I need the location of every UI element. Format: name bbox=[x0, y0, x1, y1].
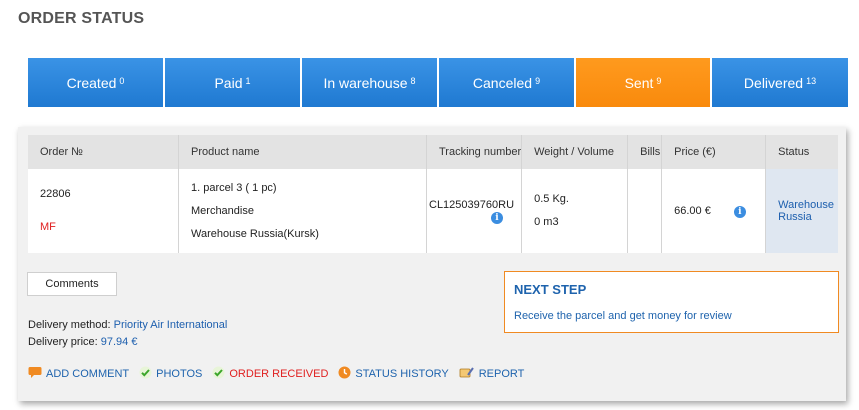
photos-link[interactable]: PHOTOS bbox=[139, 366, 202, 382]
report-link[interactable]: REPORT bbox=[459, 366, 525, 382]
order-number: 22806 bbox=[40, 188, 71, 200]
cell-weight-volume: 0.5 Kg. 0 m3 bbox=[521, 169, 629, 253]
action-bar: ADD COMMENT PHOTOS ORDER RECEIVED STATUS… bbox=[28, 366, 534, 382]
cell-order-no: 22806 MF bbox=[28, 169, 179, 253]
tab-label: Created bbox=[66, 74, 117, 91]
clock-icon bbox=[338, 366, 351, 382]
cell-tracking-number: CL125039760RU i bbox=[426, 169, 523, 253]
weight-value: 0.5 Kg. bbox=[534, 193, 569, 205]
tab-created[interactable]: Created 0 bbox=[28, 58, 163, 107]
header-bills: Bills bbox=[627, 135, 663, 169]
cell-product-name: 1. parcel 3 ( 1 pc) Merchandise Warehous… bbox=[178, 169, 427, 253]
tab-label: Paid bbox=[214, 74, 243, 91]
product-line: Warehouse Russia(Kursk) bbox=[191, 227, 319, 240]
tab-label: Sent bbox=[624, 74, 654, 91]
tracking-number[interactable]: CL125039760RU bbox=[429, 199, 521, 211]
report-icon bbox=[459, 366, 475, 382]
order-received-link[interactable]: ORDER RECEIVED bbox=[212, 366, 328, 382]
header-order-no: Order № bbox=[28, 135, 179, 169]
tab-label: Canceled bbox=[472, 74, 533, 91]
delivery-price-value: 97.94 € bbox=[100, 336, 138, 348]
header-status: Status bbox=[765, 135, 838, 169]
delivery-info: Delivery method: Priority Air Internatio… bbox=[28, 317, 227, 351]
volume-value: 0 m3 bbox=[534, 216, 559, 228]
tab-delivered[interactable]: Delivered 13 bbox=[712, 58, 848, 107]
next-step-box: NEXT STEP Receive the parcel and get mon… bbox=[504, 271, 839, 333]
tab-label: In warehouse bbox=[323, 74, 408, 91]
order-tag: MF bbox=[40, 221, 56, 233]
speech-bubble-icon bbox=[28, 366, 42, 382]
product-line: Merchandise bbox=[191, 204, 254, 217]
table-row: 22806 MF 1. parcel 3 ( 1 pc) Merchandise… bbox=[28, 169, 838, 253]
status-line: Russia bbox=[778, 211, 812, 223]
cell-price: 66.00 € i bbox=[661, 169, 767, 253]
tab-count: 8 bbox=[410, 75, 416, 86]
action-label: ADD COMMENT bbox=[46, 368, 130, 380]
cell-bills bbox=[627, 169, 663, 253]
tab-count: 9 bbox=[535, 75, 541, 86]
action-label: REPORT bbox=[478, 368, 525, 380]
tab-count: 9 bbox=[656, 75, 662, 86]
tab-in-warehouse[interactable]: In warehouse 8 bbox=[302, 58, 437, 107]
tab-count: 1 bbox=[245, 75, 251, 86]
delivery-price-label: Delivery price: bbox=[28, 336, 98, 348]
add-comment-link[interactable]: ADD COMMENT bbox=[28, 366, 129, 382]
tab-paid[interactable]: Paid 1 bbox=[165, 58, 300, 107]
header-weight-volume: Weight / Volume bbox=[521, 135, 629, 169]
next-step-title: NEXT STEP bbox=[514, 282, 587, 297]
header-price: Price (€) bbox=[661, 135, 767, 169]
tab-canceled[interactable]: Canceled 9 bbox=[439, 58, 574, 107]
orders-table: Order № Product name Tracking number Wei… bbox=[28, 135, 838, 253]
check-icon bbox=[212, 366, 225, 382]
status-line: Warehouse bbox=[778, 199, 834, 211]
next-step-text[interactable]: Receive the parcel and get money for rev… bbox=[514, 310, 732, 322]
info-icon[interactable]: i bbox=[491, 211, 503, 224]
comments-button[interactable]: Comments bbox=[27, 272, 117, 296]
cell-status: Warehouse Russia bbox=[765, 169, 838, 253]
page-title: ORDER STATUS bbox=[18, 10, 145, 27]
status-history-link[interactable]: STATUS HISTORY bbox=[338, 366, 449, 382]
info-icon[interactable]: i bbox=[733, 205, 746, 218]
tab-count: 13 bbox=[806, 75, 817, 86]
status-tabs: Created 0 Paid 1 In warehouse 8 Canceled 9 S… bbox=[28, 58, 848, 107]
action-label: STATUS HISTORY bbox=[355, 368, 449, 380]
tab-sent[interactable]: Sent 9 bbox=[576, 58, 710, 107]
tab-label: Delivered bbox=[743, 74, 804, 91]
delivery-method-value: Priority Air International bbox=[113, 319, 228, 331]
action-label: ORDER RECEIVED bbox=[229, 368, 329, 380]
delivery-method-label: Delivery method: bbox=[28, 319, 111, 331]
header-product-name: Product name bbox=[178, 135, 427, 169]
order-card: Order № Product name Tracking number Wei… bbox=[18, 127, 846, 401]
tab-count: 0 bbox=[119, 75, 125, 86]
product-line: 1. parcel 3 ( 1 pc) bbox=[191, 181, 277, 194]
price-value: 66.00 € bbox=[674, 204, 711, 217]
action-label: PHOTOS bbox=[156, 368, 203, 380]
check-icon bbox=[139, 366, 152, 382]
header-tracking-number: Tracking number bbox=[426, 135, 523, 169]
